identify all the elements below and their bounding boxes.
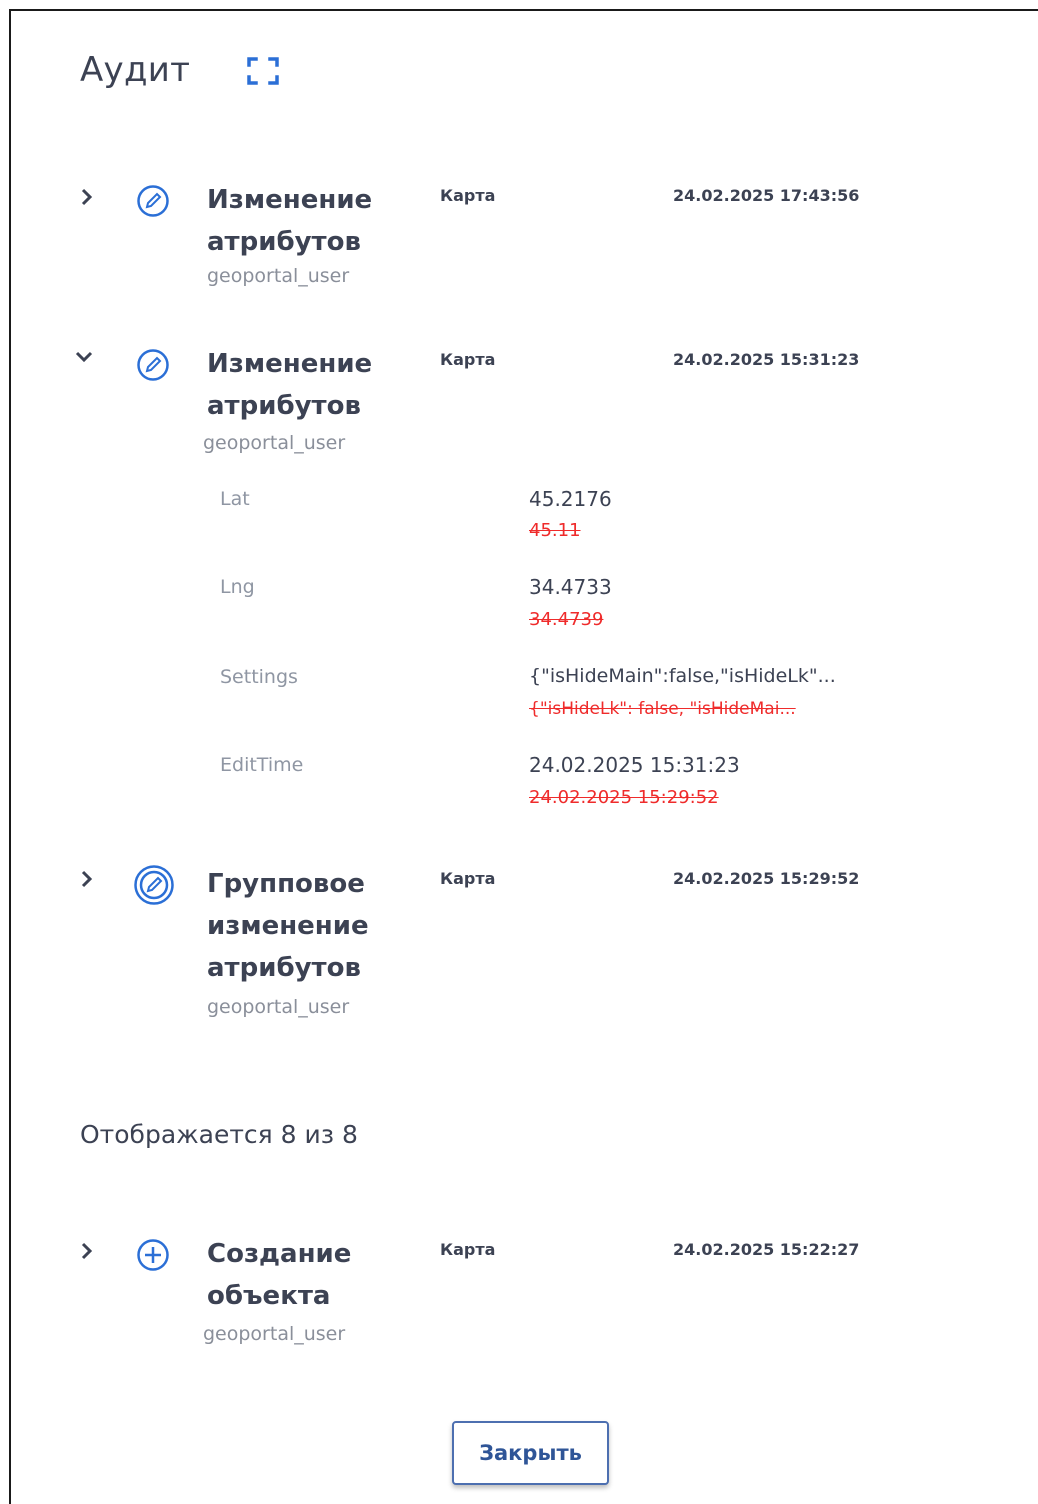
close-button[interactable]: Закрыть [452, 1421, 609, 1485]
entry-title: Групповое изменение атрибутов [207, 869, 369, 983]
entry-title: Изменение атрибутов [207, 185, 373, 257]
change-new-value: {"isHideMain":false,"isHideLk"... [529, 665, 836, 687]
change-attr-name: Lng [220, 576, 255, 598]
pagination-status: Отображается 8 из 8 [80, 1120, 358, 1149]
edit-circle-icon [135, 347, 171, 383]
change-old-value: 24.02.2025 15:29:52 [529, 787, 719, 808]
entry-date: 24.02.2025 15:31:23 [673, 350, 860, 369]
change-attr-name: Lat [220, 488, 250, 510]
change-old-value: 45.11 [529, 520, 581, 541]
expand-chevron-right-icon[interactable] [76, 1240, 98, 1262]
entry-source: Карта [440, 869, 496, 888]
expand-chevron-right-icon[interactable] [76, 186, 98, 208]
collapse-chevron-down-icon[interactable] [73, 346, 95, 368]
change-attr-name: EditTime [220, 754, 304, 776]
expand-chevron-right-icon[interactable] [76, 868, 98, 890]
edit-circle-icon [135, 183, 171, 219]
change-old-value: 34.4739 [529, 609, 604, 630]
entry-date: 24.02.2025 17:43:56 [673, 186, 860, 205]
change-new-value: 24.02.2025 15:31:23 [529, 753, 740, 777]
page-title: Аудит [80, 50, 191, 90]
entry-date: 24.02.2025 15:22:27 [673, 1240, 860, 1259]
change-new-value: 34.4733 [529, 575, 612, 599]
change-new-value: 45.2176 [529, 487, 612, 511]
entry-date: 24.02.2025 15:29:52 [673, 869, 860, 888]
entry-user: geoportal_user [207, 265, 350, 287]
plus-circle-icon [135, 1237, 171, 1273]
group-edit-circle-icon [133, 864, 175, 906]
change-old-value: {"isHideLk": false, "isHideMai... [529, 699, 796, 719]
entry-title: Изменение атрибутов [207, 349, 373, 421]
entry-title: Создание объекта [207, 1239, 352, 1311]
entry-source: Карта [440, 1240, 496, 1259]
audit-panel [9, 9, 1038, 1504]
entry-user: geoportal_user [203, 432, 346, 454]
entry-source: Карта [440, 186, 496, 205]
change-attr-name: Settings [220, 666, 298, 688]
entry-user: geoportal_user [203, 1323, 346, 1345]
fullscreen-icon[interactable] [246, 56, 280, 86]
entry-source: Карта [440, 350, 496, 369]
entry-user: geoportal_user [207, 996, 350, 1018]
